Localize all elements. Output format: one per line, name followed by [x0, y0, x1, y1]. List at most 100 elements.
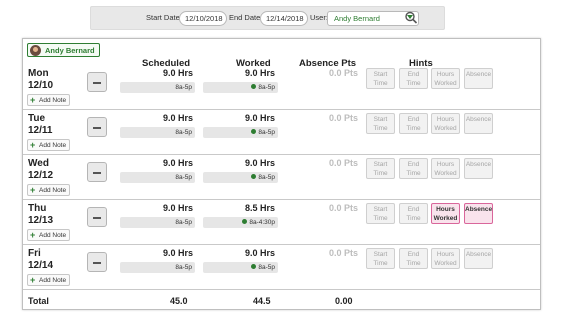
worked-hours: 9.0 Hrs: [244, 113, 275, 123]
hint-absence[interactable]: Absence: [464, 113, 493, 134]
day-date: 12/14: [28, 260, 54, 271]
worked-range-text: 8a-5p: [258, 129, 275, 136]
worked-hours: 9.0 Hrs: [244, 248, 275, 258]
worked-hours: 8.5 Hrs: [244, 203, 275, 213]
day-date: 12/10: [28, 80, 54, 91]
scheduled-hours: 9.0 Hrs: [162, 248, 193, 258]
day-date: 12/12: [28, 170, 54, 181]
scheduled-range: 8a-5p: [120, 217, 195, 228]
day-name: Thu: [28, 203, 47, 214]
scheduled-range-text: 8a-5p: [175, 219, 192, 226]
add-note-label: Add Note: [39, 142, 67, 149]
collapse-button[interactable]: [87, 252, 107, 272]
scheduled-range-text: 8a-5p: [175, 264, 192, 271]
status-dot-icon: [251, 129, 257, 134]
user-select-value: Andy Bernard: [334, 14, 380, 23]
hint-absence[interactable]: Absence: [464, 248, 493, 269]
filter-bar: Start Date: 12/10/2018 End Date: 12/14/2…: [90, 6, 445, 30]
hint-absence[interactable]: Absence: [464, 158, 493, 179]
hint-end-time[interactable]: End Time: [399, 248, 428, 269]
worked-hours: 9.0 Hrs: [244, 68, 275, 78]
employee-name: Andy Bernard: [45, 46, 95, 55]
add-note-label: Add Note: [39, 277, 67, 284]
start-date-input[interactable]: 12/10/2018: [179, 11, 227, 26]
day-row: Tue 12/11 + Add Note 9.0 Hrs 8a-5p 9.0 H…: [23, 110, 540, 155]
absence-points: 0.0 Pts: [328, 203, 358, 213]
add-note-button[interactable]: + Add Note: [27, 229, 71, 241]
day-name: Tue: [28, 113, 46, 124]
collapse-button[interactable]: [87, 207, 107, 227]
absence-points: 0.0 Pts: [328, 158, 358, 168]
worked-range: 8a-5p: [203, 127, 278, 138]
collapse-button[interactable]: [87, 162, 107, 182]
start-date-label: Start Date:: [146, 13, 182, 22]
timesheet-panel: Andy Bernard Scheduled Worked Absence Pt…: [22, 38, 541, 310]
minus-icon: [93, 217, 101, 219]
scheduled-range-text: 8a-5p: [175, 129, 192, 136]
hint-end-time[interactable]: End Time: [399, 113, 428, 134]
day-label: Wed 12/12: [28, 158, 53, 182]
day-date: 12/13: [28, 215, 54, 226]
worked-range-text: 8a-5p: [258, 84, 275, 91]
collapse-button[interactable]: [87, 72, 107, 92]
totals-row: Total 45.0 44.5 0.00: [23, 293, 540, 309]
day-label: Thu 12/13: [28, 203, 53, 227]
worked-range: 8a-5p: [203, 172, 278, 183]
plus-icon: +: [30, 95, 36, 105]
scheduled-range-text: 8a-5p: [175, 84, 192, 91]
scheduled-range: 8a-5p: [120, 172, 195, 183]
plus-icon: +: [30, 230, 36, 240]
scheduled-range: 8a-5p: [120, 262, 195, 273]
scheduled-range-text: 8a-5p: [175, 174, 192, 181]
hint-absence[interactable]: Absence: [464, 68, 493, 89]
plus-icon: +: [30, 185, 36, 195]
day-name: Mon: [28, 68, 49, 79]
total-absence: 0.00: [335, 296, 353, 306]
user-label: User:: [310, 13, 328, 22]
scheduled-hours: 9.0 Hrs: [162, 203, 193, 213]
scheduled-hours: 9.0 Hrs: [162, 113, 193, 123]
hint-end-time[interactable]: End Time: [399, 203, 428, 224]
hint-hours-worked[interactable]: Hours Worked: [431, 158, 460, 179]
hint-hours-worked[interactable]: Hours Worked: [431, 113, 460, 134]
scheduled-range: 8a-5p: [120, 127, 195, 138]
total-worked: 44.5: [253, 296, 271, 306]
scheduled-hours: 9.0 Hrs: [162, 68, 193, 78]
hint-hours-worked[interactable]: Hours Worked: [431, 68, 460, 89]
add-note-button[interactable]: + Add Note: [27, 184, 71, 196]
add-note-label: Add Note: [39, 187, 67, 194]
hint-hours-worked[interactable]: Hours Worked: [431, 248, 460, 269]
day-row: Wed 12/12 + Add Note 9.0 Hrs 8a-5p 9.0 H…: [23, 155, 540, 200]
hint-start-time[interactable]: Start Time: [366, 158, 395, 179]
hint-end-time[interactable]: End Time: [399, 158, 428, 179]
minus-icon: [93, 127, 101, 129]
employee-badge[interactable]: Andy Bernard: [27, 43, 100, 57]
worked-range-text: 8a-5p: [258, 264, 275, 271]
worked-range-text: 8a-5p: [258, 174, 275, 181]
worked-range-text: 8a-4:30p: [249, 219, 275, 226]
status-dot-icon: [251, 264, 257, 269]
end-date-input[interactable]: 12/14/2018: [260, 11, 308, 26]
plus-icon: +: [30, 140, 36, 150]
minus-icon: [93, 262, 101, 264]
search-icon[interactable]: [403, 9, 419, 27]
hint-end-time[interactable]: End Time: [399, 68, 428, 89]
day-label: Mon 12/10: [28, 68, 53, 92]
hint-start-time[interactable]: Start Time: [366, 68, 395, 89]
hint-hours-worked[interactable]: Hours Worked: [431, 203, 460, 224]
worked-range: 8a-5p: [203, 82, 278, 93]
day-name: Fri: [28, 248, 41, 259]
scheduled-hours: 9.0 Hrs: [162, 158, 193, 168]
plus-icon: +: [30, 275, 36, 285]
collapse-button[interactable]: [87, 117, 107, 137]
add-note-button[interactable]: + Add Note: [27, 139, 71, 151]
add-note-button[interactable]: + Add Note: [27, 94, 71, 106]
hint-start-time[interactable]: Start Time: [366, 248, 395, 269]
hint-start-time[interactable]: Start Time: [366, 113, 395, 134]
hint-absence[interactable]: Absence: [464, 203, 493, 224]
hint-start-time[interactable]: Start Time: [366, 203, 395, 224]
minus-icon: [93, 82, 101, 84]
total-scheduled: 45.0: [170, 296, 188, 306]
add-note-button[interactable]: + Add Note: [27, 274, 71, 286]
total-label: Total: [28, 296, 49, 306]
